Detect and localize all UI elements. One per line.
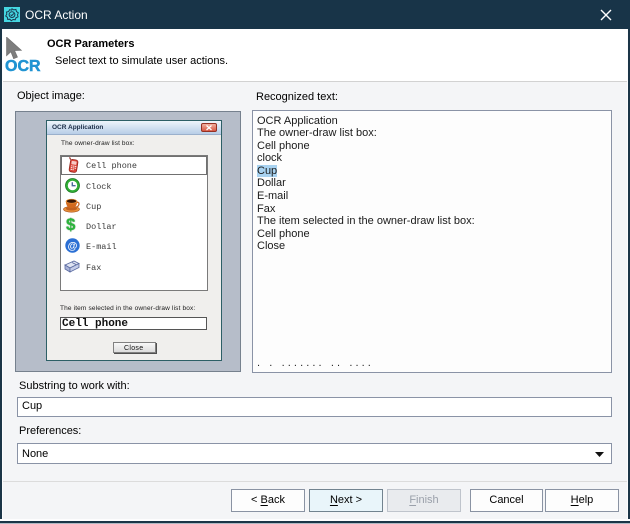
svg-text:@: @: [68, 241, 78, 252]
